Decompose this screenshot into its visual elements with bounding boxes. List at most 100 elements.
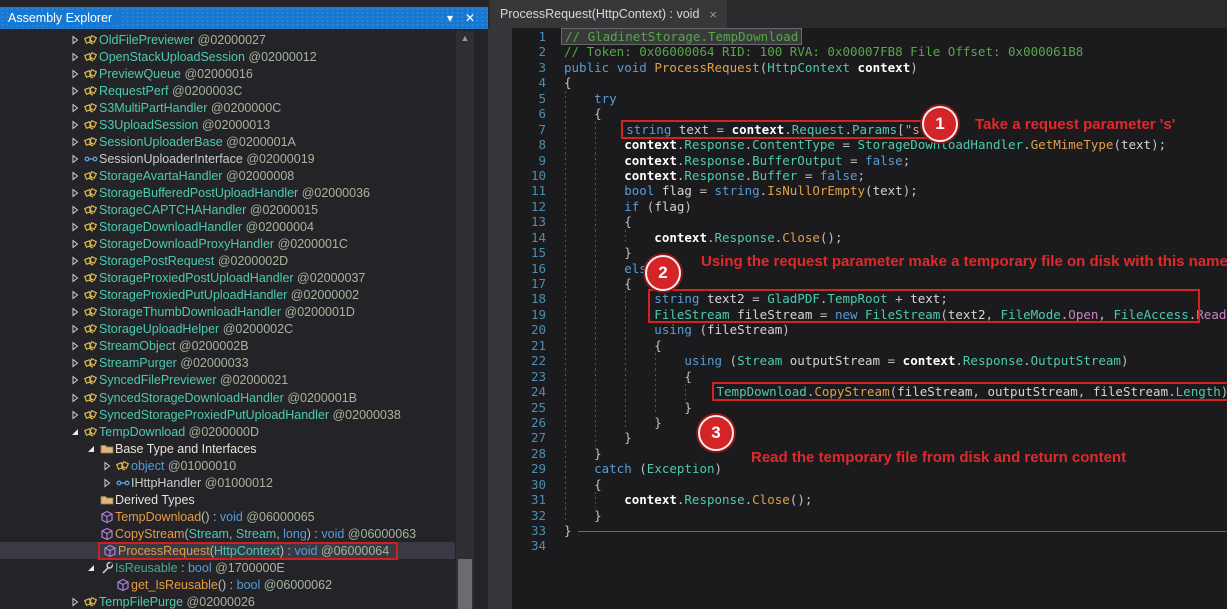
tree-scrollbar-thumb[interactable] [458, 559, 472, 609]
collapsed-arrow-icon[interactable] [68, 120, 82, 130]
tree-item[interactable]: StoragePostRequest @0200002D [0, 253, 455, 270]
tree-scrollbar[interactable]: ▲ [456, 31, 474, 609]
collapsed-arrow-icon[interactable] [68, 52, 82, 62]
collapsed-arrow-icon[interactable] [68, 86, 82, 96]
collapsed-arrow-icon[interactable] [68, 256, 82, 266]
collapsed-arrow-icon[interactable] [68, 103, 82, 113]
code-line[interactable]: 21{ [512, 338, 1227, 353]
collapsed-arrow-icon[interactable] [68, 341, 82, 351]
tree-item[interactable]: StreamObject @0200002B [0, 338, 455, 355]
code-line[interactable]: 3public void ProcessRequest(HttpContext … [512, 60, 1227, 75]
tree-item[interactable]: StorageThumbDownloadHandler @0200001D [0, 304, 455, 321]
collapsed-arrow-icon[interactable] [68, 154, 82, 164]
tree-item-body[interactable]: SyncedFilePreviewer @02000021 [82, 373, 288, 387]
tree-item[interactable]: SessionUploaderInterface @02000019 [0, 150, 455, 167]
tree-item[interactable]: SessionUploaderBase @0200001A [0, 133, 455, 150]
tree-item-body[interactable]: object @01000010 [114, 459, 236, 473]
collapsed-arrow-icon[interactable] [68, 239, 82, 249]
assembly-explorer-titlebar[interactable]: Assembly Explorer ▾ ✕ [0, 7, 488, 29]
tree-item-body[interactable]: OpenStackUploadSession @02000012 [82, 50, 317, 64]
code-line[interactable]: 11bool flag = string.IsNullOrEmpty(text)… [512, 183, 1227, 198]
tree-item[interactable]: IsReusable : bool @1700000E [0, 559, 455, 576]
tree-item[interactable]: TempDownload @0200000D [0, 423, 455, 440]
code-line[interactable]: 1// GladinetStorage.TempDownload [512, 29, 1227, 44]
scroll-up-icon[interactable]: ▲ [456, 31, 474, 45]
tree-item-body[interactable]: SyncedStorageDownloadHandler @0200001B [82, 391, 357, 405]
tree-item[interactable]: TempFilePurge @02000026 [0, 594, 455, 609]
tree-item-body[interactable]: TempDownload @0200000D [82, 425, 259, 439]
tree-item-body[interactable]: SessionUploaderInterface @02000019 [82, 152, 315, 166]
close-icon[interactable]: ✕ [460, 11, 480, 25]
tree-item-body[interactable]: StorageThumbDownloadHandler @0200001D [82, 305, 355, 319]
tree-item-body[interactable]: S3UploadSession @02000013 [82, 118, 270, 132]
tree-item-body[interactable]: StorageDownloadProxyHandler @0200001C [82, 237, 348, 251]
tree-item-body[interactable]: IHttpHandler @01000012 [114, 476, 273, 490]
collapsed-arrow-icon[interactable] [68, 35, 82, 45]
tree-item[interactable]: IHttpHandler @01000012 [0, 474, 455, 491]
tree-item[interactable]: StorageUploadHelper @0200002C [0, 321, 455, 338]
code-line[interactable]: 2// Token: 0x06000064 RID: 100 RVA: 0x00… [512, 44, 1227, 59]
collapsed-arrow-icon[interactable] [68, 410, 82, 420]
tree-item-body[interactable]: PreviewQueue @02000016 [82, 67, 253, 81]
tree-item-body[interactable]: SessionUploaderBase @0200001A [82, 135, 296, 149]
collapsed-arrow-icon[interactable] [68, 205, 82, 215]
code-line[interactable]: 13{ [512, 214, 1227, 229]
tree-item-body[interactable]: Derived Types [98, 493, 195, 507]
code-line[interactable]: 31context.Response.Close(); [512, 492, 1227, 507]
tree-item-body[interactable]: OldFilePreviewer @02000027 [82, 33, 266, 47]
tree-item[interactable]: StorageAvartaHandler @02000008 [0, 167, 455, 184]
tree-item-body[interactable]: TempFilePurge @02000026 [82, 595, 255, 609]
selected-method-highlight[interactable]: ProcessRequest(HttpContext) : void @0600… [98, 542, 398, 560]
tree-item-body[interactable]: SyncedStorageProxiedPutUploadHandler @02… [82, 408, 401, 422]
tree-item-body[interactable]: StorageDownloadHandler @02000004 [82, 220, 314, 234]
tree-item[interactable]: SyncedFilePreviewer @02000021 [0, 372, 455, 389]
collapsed-arrow-icon[interactable] [100, 461, 114, 471]
tree-item[interactable]: S3MultiPartHandler @0200000C [0, 99, 455, 116]
collapsed-arrow-icon[interactable] [68, 137, 82, 147]
tree-item[interactable]: StorageCAPTCHAHandler @02000015 [0, 201, 455, 218]
collapsed-arrow-icon[interactable] [68, 273, 82, 283]
tree-item[interactable]: StorageProxiedPutUploadHandler @02000002 [0, 287, 455, 304]
tree-item[interactable]: TempDownload() : void @06000065 [0, 508, 455, 525]
tree-item[interactable]: StorageProxiedPostUploadHandler @0200003… [0, 270, 455, 287]
tree-item-body[interactable]: StorageCAPTCHAHandler @02000015 [82, 203, 318, 217]
tree-item[interactable]: StorageBufferedPostUploadHandler @020000… [0, 184, 455, 201]
code-line[interactable]: 4{ [512, 75, 1227, 90]
tree-item-body[interactable]: get_IsReusable() : bool @06000062 [114, 578, 332, 592]
collapsed-arrow-icon[interactable] [68, 171, 82, 181]
collapsed-arrow-icon[interactable] [68, 375, 82, 385]
tree-item[interactable]: StorageDownloadProxyHandler @0200001C [0, 236, 455, 253]
tree-item[interactable]: CopyStream(Stream, Stream, long) : void … [0, 525, 455, 542]
code-line[interactable]: 8context.Response.ContentType = StorageD… [512, 137, 1227, 152]
collapsed-arrow-icon[interactable] [68, 597, 82, 607]
tree-item-body[interactable]: TempDownload() : void @06000065 [98, 510, 315, 524]
tree-item-body[interactable]: RequestPerf @0200003C [82, 84, 242, 98]
collapsed-arrow-icon[interactable] [68, 393, 82, 403]
tree-item-body[interactable]: StorageAvartaHandler @02000008 [82, 169, 294, 183]
tree-item[interactable]: S3UploadSession @02000013 [0, 116, 455, 133]
code-line[interactable]: 24TempDownload.CopyStream(fileStream, ou… [512, 384, 1227, 399]
code-line[interactable]: 20using (fileStream) [512, 322, 1227, 337]
tree-item[interactable]: StreamPurger @02000033 [0, 355, 455, 372]
code-line[interactable]: 22using (Stream outputStream = context.R… [512, 353, 1227, 368]
tree-item[interactable]: Derived Types [0, 491, 455, 508]
tree-item[interactable]: SyncedStorageDownloadHandler @0200001B [0, 389, 455, 406]
tab-close-icon[interactable]: × [709, 7, 717, 22]
expanded-arrow-icon[interactable] [84, 563, 98, 573]
tree-item-body[interactable]: IsReusable : bool @1700000E [98, 561, 285, 575]
tree-item[interactable]: object @01000010 [0, 457, 455, 474]
chevron-down-icon[interactable]: ▾ [440, 11, 460, 25]
collapsed-arrow-icon[interactable] [68, 222, 82, 232]
tree-item-body[interactable]: StorageProxiedPostUploadHandler @0200003… [82, 271, 365, 285]
tree-item-body[interactable]: StreamPurger @02000033 [82, 356, 249, 370]
collapsed-arrow-icon[interactable] [100, 478, 114, 488]
tree-item[interactable]: PreviewQueue @02000016 [0, 65, 455, 82]
tree-item-body[interactable]: StorageBufferedPostUploadHandler @020000… [82, 186, 370, 200]
collapsed-arrow-icon[interactable] [68, 358, 82, 368]
tree-item[interactable]: OldFilePreviewer @02000027 [0, 31, 455, 48]
tree-item-body[interactable]: Base Type and Interfaces [98, 442, 257, 456]
tree-item[interactable]: Base Type and Interfaces [0, 440, 455, 457]
code-line[interactable]: 14context.Response.Close(); [512, 230, 1227, 245]
code-line[interactable]: 34 [512, 538, 1227, 553]
tab-processrequest[interactable]: ProcessRequest(HttpContext) : void × [490, 0, 727, 28]
